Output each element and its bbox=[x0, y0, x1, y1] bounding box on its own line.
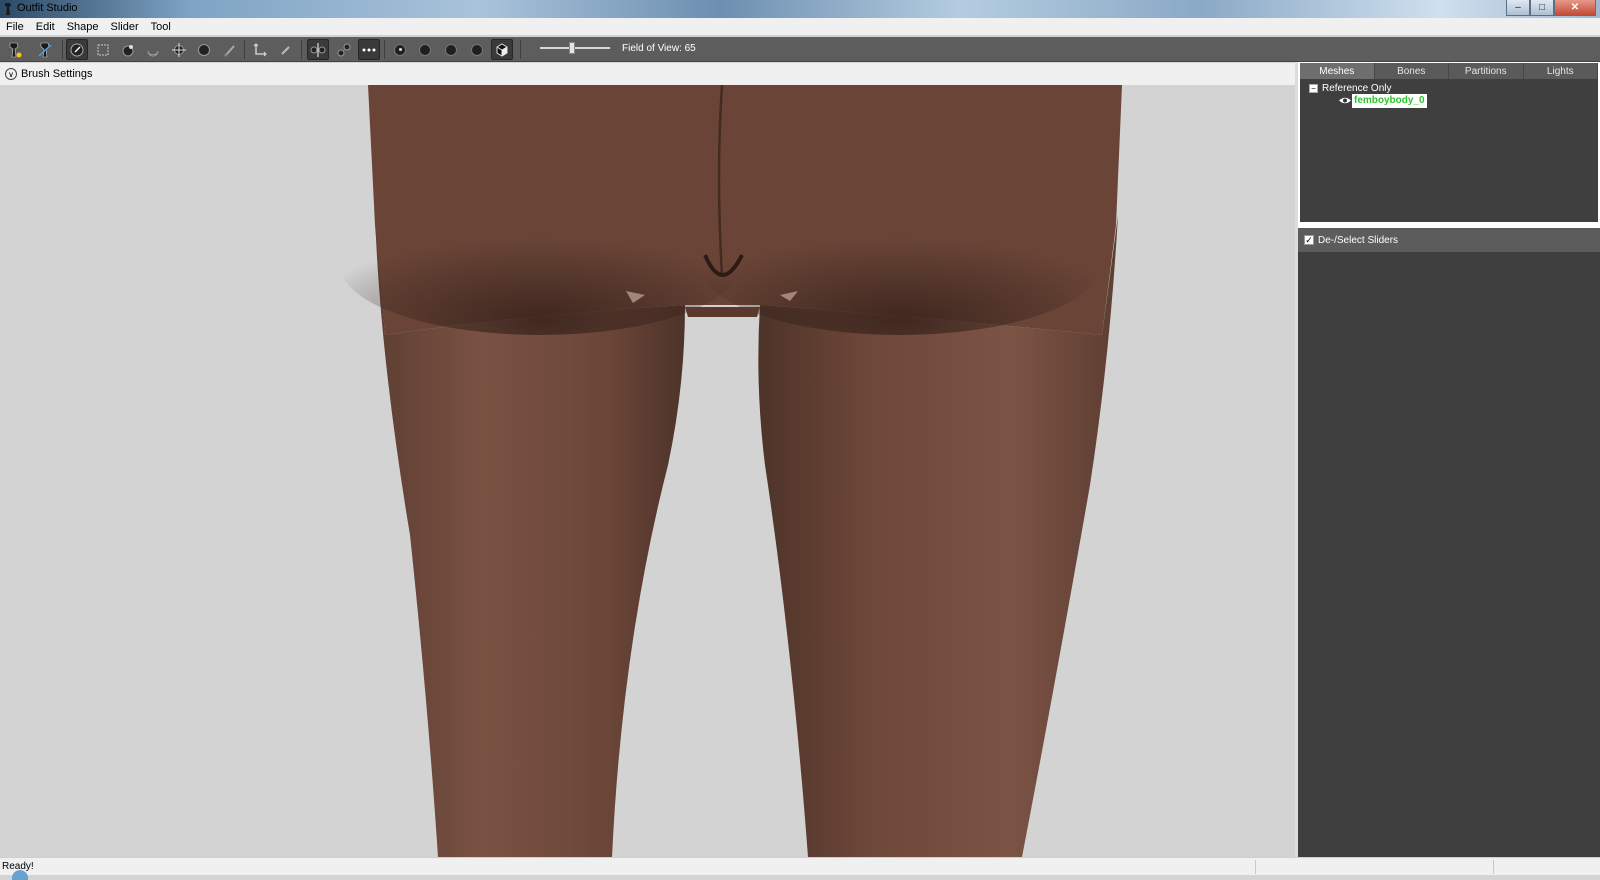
menu-slider[interactable]: Slider bbox=[111, 21, 139, 33]
weight-brush-icon bbox=[224, 44, 235, 56]
wireframe-icon bbox=[496, 42, 508, 57]
select-sliders-label: De-/Select Sliders bbox=[1318, 234, 1399, 246]
wireframe-button[interactable] bbox=[491, 39, 513, 60]
transform-icon bbox=[253, 42, 267, 56]
minimize-button[interactable]: – bbox=[1506, 0, 1530, 16]
select-sliders-checkbox[interactable]: ✓ bbox=[1304, 235, 1314, 245]
select-brush-button[interactable] bbox=[66, 39, 88, 60]
connected-only-icon bbox=[337, 43, 351, 56]
fov-label: Field of View: 65 bbox=[622, 43, 696, 54]
smooth-brush-icon bbox=[198, 43, 210, 56]
inflate-brush-icon bbox=[122, 44, 134, 56]
brush-settings-bar[interactable]: ∨ Brush Settings bbox=[0, 63, 1295, 85]
chevron-down-icon[interactable]: ∨ bbox=[5, 68, 17, 80]
mask-brush-button[interactable] bbox=[92, 39, 114, 60]
tab-partitions[interactable]: Partitions bbox=[1449, 63, 1524, 79]
title-bar[interactable]: Outfit Studio – □ ✕ bbox=[0, 0, 1600, 18]
brush-settings-label: Brush Settings bbox=[21, 68, 93, 80]
show-vertices-button[interactable] bbox=[358, 39, 380, 60]
brush-size-2-button[interactable] bbox=[414, 39, 436, 60]
tree-root-reference-only[interactable]: Reference Only bbox=[1322, 83, 1391, 94]
reference-button[interactable] bbox=[34, 39, 56, 60]
window-title: Outfit Studio bbox=[17, 2, 78, 14]
brush-size-3-button[interactable] bbox=[440, 39, 462, 60]
fov-slider-thumb[interactable] bbox=[569, 42, 575, 54]
dot-medium-icon bbox=[419, 43, 431, 56]
menu-tool[interactable]: Tool bbox=[151, 21, 171, 33]
taskbar-orb-icon bbox=[12, 870, 28, 880]
sliders-list[interactable] bbox=[1298, 252, 1600, 857]
maximize-button[interactable]: □ bbox=[1530, 0, 1554, 16]
transform-button[interactable] bbox=[249, 39, 271, 60]
brush-size-1-button[interactable] bbox=[389, 39, 411, 60]
deflate-brush-button[interactable] bbox=[142, 39, 164, 60]
brush-toolbar-icon bbox=[9, 42, 22, 57]
visibility-eye-icon[interactable] bbox=[1339, 96, 1351, 105]
pivot-button[interactable] bbox=[275, 39, 297, 60]
select-brush-icon bbox=[70, 43, 84, 56]
minimize-icon: – bbox=[1515, 2, 1521, 13]
x-mirror-button[interactable] bbox=[307, 39, 329, 60]
toolbar bbox=[0, 37, 1600, 62]
pivot-icon bbox=[281, 45, 290, 55]
status-bar: Ready! bbox=[0, 857, 1600, 880]
dot-small-icon bbox=[394, 43, 406, 56]
tab-lights[interactable]: Lights bbox=[1523, 63, 1598, 79]
brush-size-4-button[interactable] bbox=[466, 39, 488, 60]
sliders-header: ✓ De-/Select Sliders bbox=[1298, 228, 1600, 252]
body-mesh-render bbox=[340, 85, 1122, 857]
mesh-tree[interactable]: − Reference Only femboybody_0 bbox=[1300, 79, 1598, 222]
mesh-item-selected[interactable]: femboybody_0 bbox=[1352, 94, 1427, 108]
panel-tabs: Meshes Bones Partitions Lights bbox=[1300, 63, 1598, 79]
menu-edit[interactable]: Edit bbox=[36, 21, 55, 33]
fov-slider-track[interactable] bbox=[540, 47, 610, 49]
dot-xl-icon bbox=[471, 43, 483, 56]
dot-large-icon bbox=[445, 43, 457, 56]
app-icon bbox=[5, 3, 11, 15]
reference-icon bbox=[38, 42, 52, 57]
show-vertices-icon bbox=[362, 48, 376, 51]
deflate-brush-icon bbox=[147, 50, 159, 56]
inflate-brush-button[interactable] bbox=[117, 39, 139, 60]
tab-bones[interactable]: Bones bbox=[1374, 63, 1449, 79]
brush-toolbar-button[interactable] bbox=[3, 39, 25, 60]
collapse-tree-icon[interactable]: − bbox=[1309, 84, 1318, 93]
menu-bar: File Edit Shape Slider Tool bbox=[0, 18, 1600, 36]
menu-file[interactable]: File bbox=[6, 21, 24, 33]
maximize-icon: □ bbox=[1538, 2, 1546, 13]
tab-meshes[interactable]: Meshes bbox=[1300, 63, 1375, 79]
weight-brush-button[interactable] bbox=[219, 39, 241, 60]
right-panel: Meshes Bones Partitions Lights − Referen… bbox=[1295, 62, 1600, 857]
smooth-brush-button[interactable] bbox=[193, 39, 215, 60]
menu-shape[interactable]: Shape bbox=[67, 21, 99, 33]
move-brush-icon bbox=[172, 42, 186, 57]
close-icon: ✕ bbox=[1570, 2, 1580, 13]
x-mirror-icon bbox=[310, 42, 326, 57]
3d-viewport[interactable] bbox=[0, 85, 1295, 857]
window-controls: – □ ✕ bbox=[1506, 0, 1596, 16]
mask-brush-icon bbox=[97, 44, 109, 55]
move-brush-button[interactable] bbox=[168, 39, 190, 60]
close-button[interactable]: ✕ bbox=[1554, 0, 1596, 16]
connected-only-button[interactable] bbox=[333, 39, 355, 60]
